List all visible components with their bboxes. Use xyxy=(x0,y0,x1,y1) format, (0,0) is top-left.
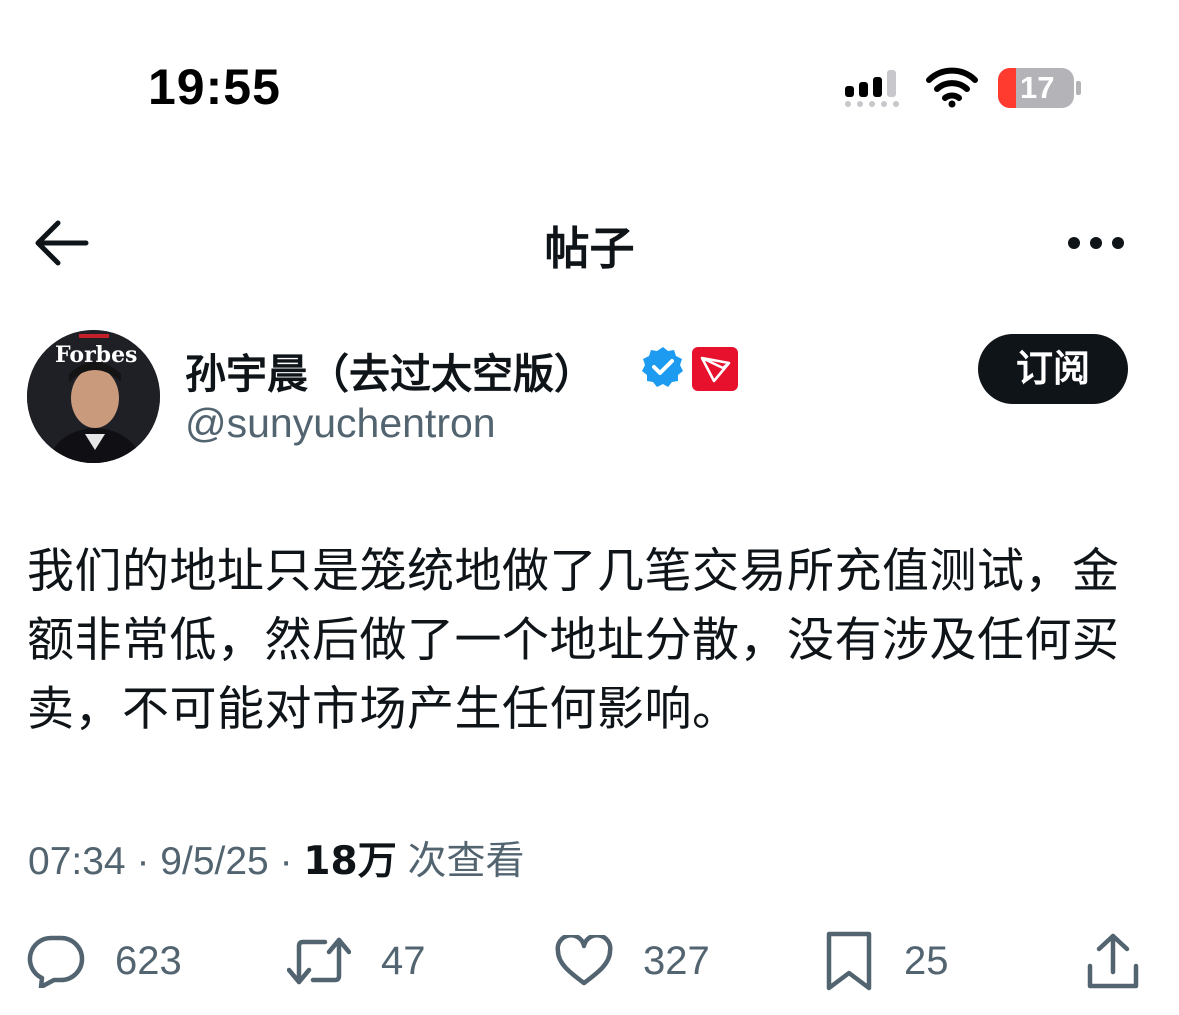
post-time: 07:34 xyxy=(28,840,126,883)
subscribe-button[interactable]: 订阅 xyxy=(978,334,1128,404)
author-name[interactable]: 孙宇晨（去过太空版） xyxy=(185,340,595,400)
tron-logo-icon[interactable] xyxy=(692,347,738,391)
verified-badge-icon xyxy=(642,347,683,387)
signal-icon xyxy=(845,70,899,107)
views-count[interactable]: 18万 xyxy=(303,839,396,884)
author-handle[interactable]: @sunyuchentron xyxy=(185,400,496,447)
battery-level: 17 xyxy=(1020,70,1055,105)
avatar-magazine-text: Forbes xyxy=(55,342,138,368)
share-button[interactable] xyxy=(1086,926,1140,996)
battery-icon: 17 xyxy=(998,68,1082,108)
bookmark-count: 25 xyxy=(904,938,949,983)
bookmark-icon xyxy=(826,931,872,991)
meta-separator: · xyxy=(136,840,150,883)
reply-button[interactable]: 623 xyxy=(27,926,182,996)
heart-icon xyxy=(555,935,613,986)
like-count: 327 xyxy=(643,938,710,983)
repost-count: 47 xyxy=(381,938,426,983)
views-label: 次查看 xyxy=(407,839,525,884)
post-date: 9/5/25 xyxy=(160,840,269,883)
share-icon xyxy=(1087,933,1139,989)
repost-icon xyxy=(287,937,351,985)
more-icon[interactable] xyxy=(1066,232,1126,254)
post-text: 我们的地址只是笼统地做了几笔交易所充值测试，金额非常低，然后做了一个地址分散，没… xyxy=(27,544,1120,737)
repost-button[interactable]: 47 xyxy=(287,926,426,996)
bookmark-button[interactable]: 25 xyxy=(824,926,949,996)
reply-icon xyxy=(27,935,85,988)
post-meta: 07:34 · 9/5/25 · 18万 次查看 xyxy=(28,830,525,886)
wifi-icon xyxy=(926,67,978,108)
reply-count: 623 xyxy=(115,938,182,983)
like-button[interactable]: 327 xyxy=(555,926,710,996)
meta-separator: · xyxy=(279,840,293,883)
avatar[interactable]: Forbes xyxy=(27,330,160,463)
status-time: 19:55 xyxy=(148,59,281,115)
page-title: 帖子 xyxy=(544,222,635,275)
